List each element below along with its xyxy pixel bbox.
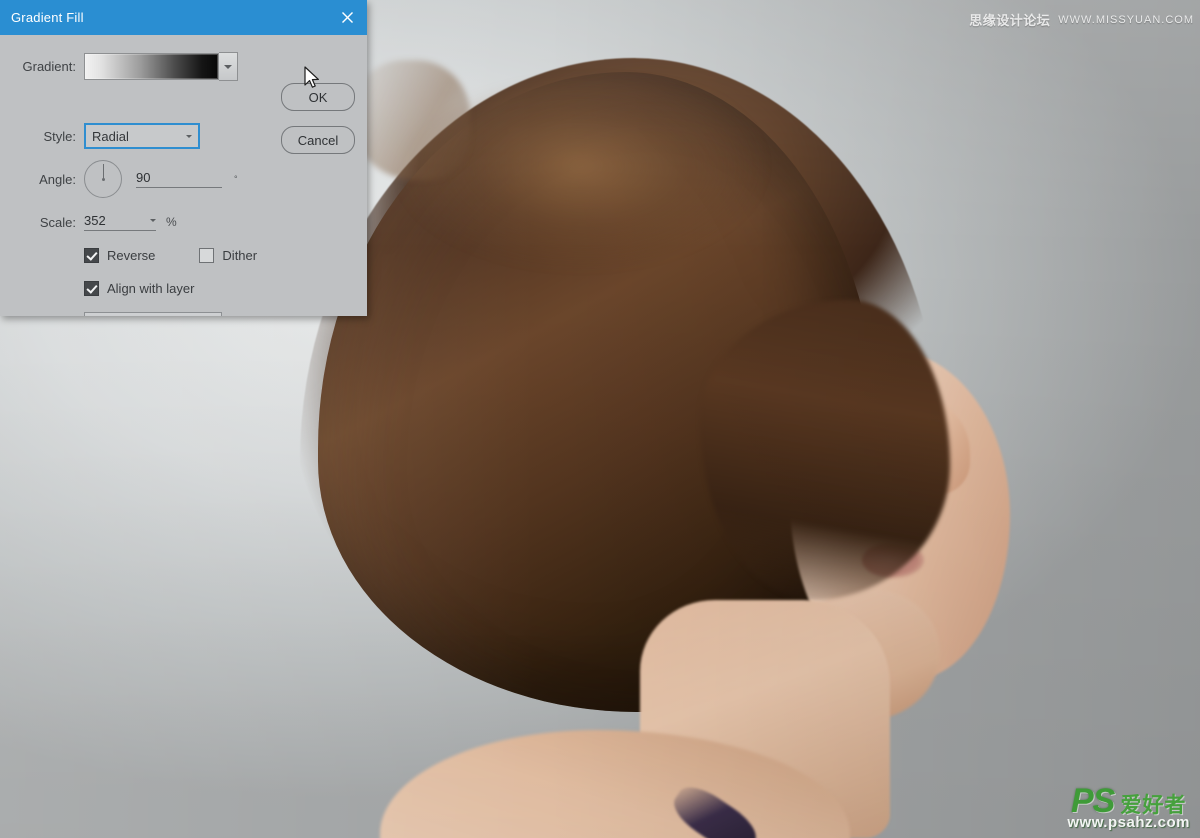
checkbox-box: [84, 281, 99, 296]
dither-label: Dither: [222, 248, 258, 263]
dialog-body: Gradient: Style: Radial Angle: 90 ° Scal…: [0, 35, 367, 316]
reverse-label: Reverse: [107, 248, 156, 263]
gradient-swatch[interactable]: [84, 53, 219, 80]
watermark-top-right: 思缘设计论坛 WWW.MISSYUAN.COM: [969, 10, 1194, 29]
gradient-row: Gradient:: [0, 52, 250, 81]
chevron-down-icon[interactable]: [150, 219, 156, 222]
style-select-value: Radial: [92, 128, 129, 144]
angle-label: Angle:: [39, 171, 76, 187]
scale-row: Scale: 352 %: [0, 213, 177, 231]
watermark-ps-text: PS: [1071, 782, 1115, 820]
gradient-dropdown-button[interactable]: [219, 52, 238, 81]
watermark-top-chinese: 思缘设计论坛: [969, 13, 1051, 28]
scale-unit: %: [166, 215, 177, 229]
style-select[interactable]: Radial: [84, 123, 200, 149]
style-row: Style: Radial: [0, 123, 200, 149]
angle-dial-needle: [103, 164, 104, 179]
ok-button[interactable]: OK: [281, 83, 355, 111]
dither-checkbox[interactable]: Dither: [199, 248, 257, 263]
checkbox-box: [84, 248, 99, 263]
chevron-down-icon: [186, 134, 192, 138]
dialog-title: Gradient Fill: [11, 10, 84, 25]
angle-input[interactable]: 90: [136, 170, 222, 188]
gradient-label: Gradient:: [22, 59, 76, 74]
chevron-down-icon: [224, 64, 232, 69]
cancel-button[interactable]: Cancel: [281, 126, 355, 154]
watermark-bottom-right: PS 爱好者 www.psahz.com: [1067, 784, 1190, 830]
scale-label: Scale:: [39, 214, 76, 230]
gradient-fill-dialog: Gradient Fill Gradient: Style: Radial An…: [0, 0, 367, 316]
watermark-bottom-url: www.psahz.com: [1067, 814, 1190, 831]
style-label: Style:: [43, 128, 76, 144]
align-with-layer-label: Align with layer: [107, 281, 195, 296]
angle-dial-hub: [101, 177, 105, 181]
angle-unit: °: [234, 174, 238, 184]
checkbox-row-2: Align with layer: [84, 281, 194, 296]
scale-input[interactable]: 352: [84, 213, 156, 231]
watermark-bottom-chinese: 爱好者: [1120, 794, 1187, 817]
scale-value: 352: [84, 213, 106, 228]
align-with-layer-checkbox[interactable]: Align with layer: [84, 281, 194, 296]
checkbox-box: [199, 248, 215, 263]
checkbox-row-1: Reverse Dither: [84, 248, 257, 263]
angle-dial-icon[interactable]: [84, 160, 122, 198]
reverse-checkbox[interactable]: Reverse: [84, 248, 155, 263]
screen: 思缘设计论坛 WWW.MISSYUAN.COM PS 爱好者 www.psahz…: [0, 0, 1200, 838]
reset-alignment-button[interactable]: Reset Alignment: [84, 312, 222, 316]
angle-row: Angle: 90 °: [0, 160, 238, 198]
watermark-logo-row: PS 爱好者: [1067, 784, 1190, 818]
dialog-titlebar: Gradient Fill: [0, 0, 367, 35]
watermark-top-url: WWW.MISSYUAN.COM: [1058, 13, 1194, 26]
close-icon[interactable]: [327, 0, 367, 35]
